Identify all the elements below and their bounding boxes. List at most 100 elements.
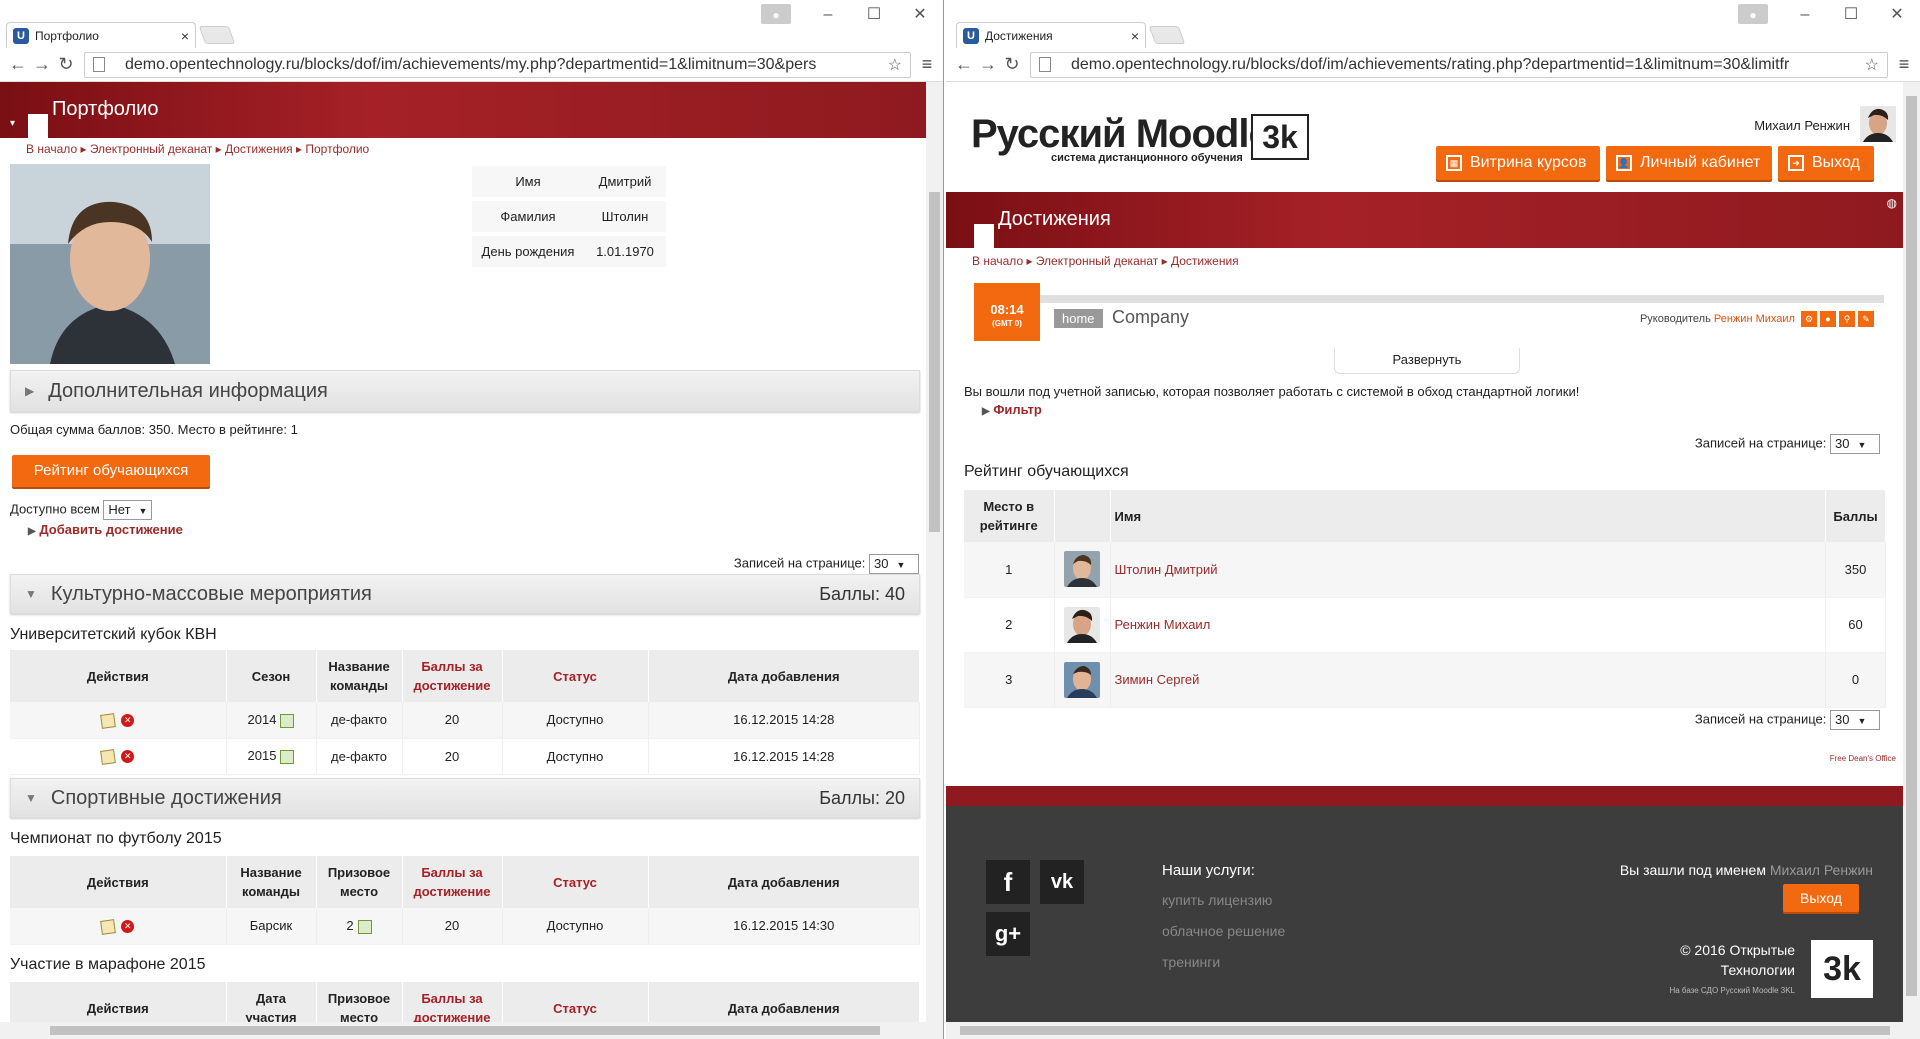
horizontal-scrollbar[interactable] <box>946 1022 1903 1039</box>
available-select[interactable]: Нет ▼ <box>103 500 153 520</box>
section-header-sport[interactable]: ▼ Спортивные достижения Баллы: 20 <box>10 778 920 818</box>
close-window-icon[interactable]: ✕ <box>897 4 943 26</box>
site-logo[interactable]: Русский Moodle система дистанционного об… <box>971 112 1309 164</box>
bookmark-star-icon[interactable]: ☆ <box>1859 55 1879 75</box>
horizontal-scrollbar[interactable] <box>0 1022 927 1039</box>
globe-icon[interactable]: ◍ <box>1887 196 1897 210</box>
avatar[interactable] <box>1064 551 1100 588</box>
menu-icon[interactable]: ≡ <box>917 54 937 75</box>
settings-icon[interactable]: ⚙ <box>1801 311 1817 327</box>
footer-logout-button[interactable]: Выход <box>1783 884 1859 912</box>
home-badge[interactable]: home <box>1054 309 1103 328</box>
new-tab-button[interactable] <box>198 26 236 44</box>
breadcrumb-dean[interactable]: Электронный деканат <box>90 142 212 156</box>
edit-pen-icon[interactable] <box>280 749 295 764</box>
scroll-thumb[interactable] <box>1906 96 1917 996</box>
scroll-thumb[interactable] <box>50 1026 880 1035</box>
reload-icon[interactable]: ↻ <box>54 54 78 75</box>
scroll-thumb[interactable] <box>929 192 940 532</box>
collapse-arrow-icon[interactable]: ▾ <box>10 118 15 129</box>
vertical-scrollbar[interactable] <box>926 82 943 1039</box>
edit-pen-icon[interactable] <box>280 713 295 728</box>
user-icon[interactable]: ● <box>1820 311 1836 327</box>
close-tab-icon[interactable]: × <box>1131 28 1139 44</box>
free-dean-link[interactable]: Free Dean's Office <box>1830 754 1896 763</box>
minimize-icon[interactable]: – <box>1782 4 1828 26</box>
profile-icon[interactable]: ● <box>761 4 791 24</box>
breadcrumb-home[interactable]: В начало <box>972 254 1023 268</box>
col-status[interactable]: Статус <box>502 650 649 702</box>
col-status[interactable]: Статус <box>502 982 649 1022</box>
avatar[interactable] <box>1064 661 1100 698</box>
additional-info-header[interactable]: ▶ Дополнительная информация <box>10 370 920 412</box>
col-status[interactable]: Статус <box>502 856 649 908</box>
edit-icon[interactable] <box>100 918 117 935</box>
col-points[interactable]: Баллы за достижение <box>402 982 503 1022</box>
expand-button[interactable]: Развернуть <box>1334 348 1520 374</box>
scroll-thumb[interactable] <box>960 1026 1890 1035</box>
rating-button[interactable]: Рейтинг обучающихся <box>12 455 210 487</box>
profile-icon[interactable]: ● <box>1738 4 1768 24</box>
edit-pen-icon[interactable] <box>357 919 372 934</box>
breadcrumb-achievements[interactable]: Достижения <box>225 142 293 156</box>
services-title: Наши услуги: <box>1162 862 1255 879</box>
header-avatar[interactable] <box>1860 106 1896 142</box>
breadcrumb-dean[interactable]: Электронный деканат <box>1036 254 1158 268</box>
back-icon[interactable]: ← <box>6 54 30 75</box>
url-input[interactable]: demo.opentechnology.ru/blocks/dof/im/ach… <box>84 51 911 78</box>
search-icon[interactable]: ⚲ <box>1839 311 1855 327</box>
student-link[interactable]: Ренжин Михаил <box>1115 617 1211 632</box>
maximize-icon[interactable]: ☐ <box>851 4 897 26</box>
delete-icon[interactable]: ✕ <box>121 714 135 728</box>
header-user-name[interactable]: Михаил Ренжин <box>1754 118 1850 133</box>
forward-icon[interactable]: → <box>976 54 1000 75</box>
delete-icon[interactable]: ✕ <box>121 750 135 764</box>
close-window-icon[interactable]: ✕ <box>1874 4 1920 26</box>
section-header-culture[interactable]: ▼ Культурно-массовые мероприятия Баллы: … <box>10 574 920 614</box>
close-tab-icon[interactable]: × <box>181 28 189 44</box>
google-plus-icon[interactable]: g+ <box>986 912 1030 956</box>
breadcrumb-achievements[interactable]: Достижения <box>1171 254 1239 268</box>
manager-link[interactable]: Ренжин Михаил <box>1714 313 1795 325</box>
avatar[interactable] <box>1064 606 1100 643</box>
logout-button[interactable]: ➜ Выход <box>1778 146 1874 180</box>
facebook-icon[interactable]: f <box>986 860 1030 904</box>
col-points[interactable]: Баллы за достижение <box>402 856 503 908</box>
menu-icon[interactable]: ≡ <box>1894 54 1914 75</box>
service-cloud[interactable]: облачное решение <box>1162 923 1285 939</box>
vk-icon[interactable]: vk <box>1040 860 1084 904</box>
col-team: Название команды <box>226 856 317 908</box>
student-link[interactable]: Зимин Сергей <box>1115 672 1200 687</box>
edit-icon[interactable] <box>100 712 117 729</box>
filter-toggle[interactable]: ▶ Фильтр <box>982 402 1042 417</box>
per-page-select[interactable]: 30 ▼ <box>869 554 919 574</box>
service-training[interactable]: тренинги <box>1162 954 1220 970</box>
tab-portfolio[interactable]: U Портфолио × <box>6 22 196 48</box>
new-tab-button[interactable] <box>1148 26 1186 44</box>
personal-cabinet-button[interactable]: 👤 Личный кабинет <box>1606 146 1772 180</box>
logged-user-link[interactable]: Михаил Ренжин <box>1770 862 1873 878</box>
minimize-icon[interactable]: – <box>805 4 851 26</box>
edit-icon[interactable] <box>100 748 117 765</box>
url-input[interactable]: demo.opentechnology.ru/blocks/dof/im/ach… <box>1030 51 1888 78</box>
breadcrumb-portfolio[interactable]: Портфолио <box>305 142 369 156</box>
delete-icon[interactable]: ✕ <box>121 920 135 934</box>
bookmark-star-icon[interactable]: ☆ <box>882 55 902 75</box>
col-points[interactable]: Баллы за достижение <box>402 650 503 702</box>
courses-showcase-button[interactable]: ▦ Витрина курсов <box>1436 146 1600 180</box>
service-license[interactable]: купить лицензию <box>1162 892 1272 908</box>
vertical-scrollbar[interactable] <box>1903 82 1920 1039</box>
forward-icon[interactable]: → <box>30 54 54 75</box>
col-season: Сезон <box>226 650 317 702</box>
add-achievement-link[interactable]: ▶ Добавить достижение <box>28 522 183 537</box>
per-page-select[interactable]: 30 ▼ <box>1830 434 1880 454</box>
back-icon[interactable]: ← <box>952 54 976 75</box>
student-link[interactable]: Штолин Дмитрий <box>1115 562 1218 577</box>
maximize-icon[interactable]: ☐ <box>1828 4 1874 26</box>
left-browser-window: U Портфолио × ● – ☐ ✕ ← → ↻ demo.opentec… <box>0 0 944 1039</box>
edit-icon[interactable]: ✎ <box>1858 311 1874 327</box>
reload-icon[interactable]: ↻ <box>1000 54 1024 75</box>
per-page-select[interactable]: 30 ▼ <box>1830 710 1880 730</box>
tab-achievements[interactable]: U Достижения × <box>956 22 1146 48</box>
breadcrumb-home[interactable]: В начало <box>26 142 77 156</box>
